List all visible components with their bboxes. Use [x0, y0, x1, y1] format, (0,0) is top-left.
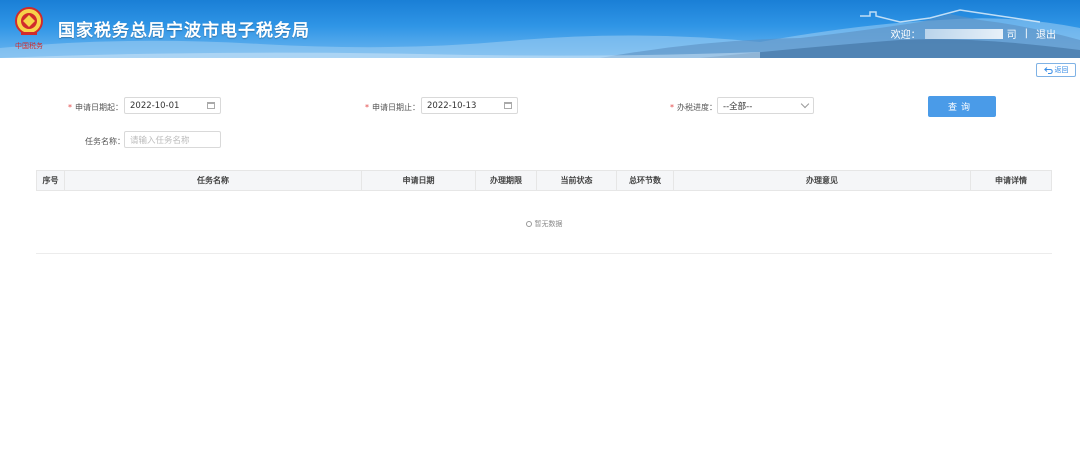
empty-text: 暂无数据: [534, 220, 563, 228]
username-suffix: 司: [1006, 30, 1017, 41]
progress-select[interactable]: --全部--: [717, 97, 814, 114]
end-date-label-text: 申请日期止：: [372, 103, 420, 112]
emblem-text: 中国税务: [15, 41, 43, 50]
progress-label-text: 办税进度：: [677, 103, 717, 112]
task-name-input[interactable]: 请输入任务名称: [124, 131, 221, 148]
required-mark: *: [68, 103, 72, 112]
calendar-icon[interactable]: [207, 102, 215, 109]
progress-select-value: --全部--: [723, 101, 753, 112]
back-arrow-icon: [1043, 66, 1053, 74]
column-header-task-name: 任务名称: [65, 171, 362, 190]
column-header-deadline: 办理期限: [476, 171, 537, 190]
start-date-label-text: 申请日期起：: [75, 103, 123, 112]
empty-state: 暂无数据: [36, 219, 1052, 229]
start-date-value: 2022-10-01: [130, 100, 180, 111]
chevron-down-icon: [800, 99, 810, 109]
table-header: 序号 任务名称 申请日期 办理期限 当前状态 总环节数 办理意见 申请详情: [36, 170, 1052, 191]
progress-label: * 办税进度：: [670, 102, 717, 113]
tax-emblem-logo: 中国税务: [12, 6, 46, 52]
end-date-input[interactable]: 2022-10-13: [421, 97, 518, 114]
calendar-icon[interactable]: [504, 102, 512, 109]
task-name-label: 任务名称：: [85, 137, 125, 146]
logout-link[interactable]: 退出: [1036, 26, 1056, 41]
column-header-index: 序号: [37, 171, 65, 190]
column-header-details: 申请详情: [995, 176, 1027, 185]
required-mark: *: [670, 103, 674, 112]
query-button[interactable]: 查询: [928, 96, 996, 117]
masked-username: [924, 28, 1003, 39]
table-bottom-divider: [36, 253, 1052, 254]
empty-icon: [525, 221, 532, 227]
user-area: 欢迎： 司 | 退出: [891, 26, 1056, 41]
site-title: 国家税务总局宁波市电子税务局: [58, 21, 310, 41]
back-button-label: 返回: [1054, 66, 1069, 74]
start-date-label: * 申请日期起：: [68, 102, 123, 113]
column-header-status: 当前状态: [537, 171, 617, 190]
header-separator: |: [1024, 28, 1028, 39]
site-header: 中国税务 国家税务总局宁波市电子税务局 欢迎： 司 | 退出: [0, 0, 1080, 58]
column-header-total-steps: 总环节数: [617, 171, 674, 190]
required-mark: *: [365, 103, 369, 112]
task-name-placeholder: 请输入任务名称: [130, 135, 190, 146]
column-header-opinion: 办理意见: [674, 171, 971, 190]
column-header-apply-date: 申请日期: [362, 171, 476, 190]
welcome-label: 欢迎：: [890, 30, 921, 41]
back-button[interactable]: 返回: [1036, 63, 1076, 77]
end-date-label: * 申请日期止：: [365, 102, 420, 113]
end-date-value: 2022-10-13: [427, 100, 477, 111]
start-date-input[interactable]: 2022-10-01: [124, 97, 221, 114]
